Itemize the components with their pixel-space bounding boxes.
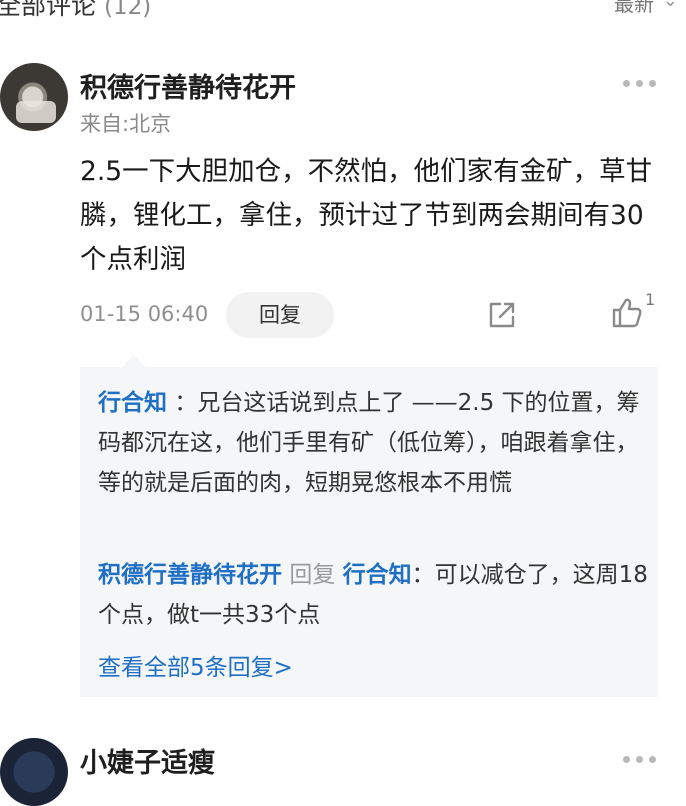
comments-count: (12) [103, 0, 152, 20]
comments-title: 全部评论 [0, 0, 97, 20]
like-count: 1 [645, 290, 656, 309]
sort-dropdown[interactable]: 最新 [614, 0, 654, 17]
chevron-down-icon[interactable]: ⌄ [663, 0, 678, 11]
view-all-replies-link[interactable]: 查看全部5条回复> [98, 648, 293, 682]
comment-time: 01-15 06:40 [80, 302, 209, 326]
comments-header-title: 全部评论 (12) [0, 0, 151, 22]
more-icon[interactable] [623, 80, 656, 87]
more-icon[interactable] [623, 756, 656, 763]
avatar[interactable] [0, 63, 68, 131]
share-icon[interactable] [486, 299, 518, 331]
reply-author[interactable]: 行合知 [98, 390, 167, 416]
reply-item: 积德行善静待花开 回复 行合知：可以减仓了，这周18个点，做t一共33个点 [98, 555, 648, 635]
like-icon[interactable] [610, 296, 644, 330]
comment-username[interactable]: 积德行善静待花开 [80, 66, 296, 105]
comment-location: 来自:北京 [80, 112, 172, 136]
reply-word: 回复 [289, 562, 336, 588]
reply-target[interactable]: 行合知 [343, 562, 412, 588]
avatar[interactable] [0, 738, 68, 806]
reply-item: 行合知 ：兄台这话说到点上了 ——2.5 下的位置，筹码都沉在这，他们手里有矿（… [98, 383, 648, 503]
replies-panel-caret [122, 355, 146, 367]
reply-author[interactable]: 积德行善静待花开 [98, 562, 282, 588]
comment-text: 2.5一下大胆加仓，不然怕，他们家有金矿，草甘膦，锂化工，拿住，预计过了节到两会… [80, 156, 653, 275]
reply-button[interactable]: 回复 [226, 292, 334, 338]
comment-username[interactable]: 小婕子适瘦 [80, 741, 215, 780]
reply-text: ：兄台这话说到点上了 ——2.5 下的位置，筹码都沉在这，他们手里有矿（低位筹）… [98, 390, 640, 496]
